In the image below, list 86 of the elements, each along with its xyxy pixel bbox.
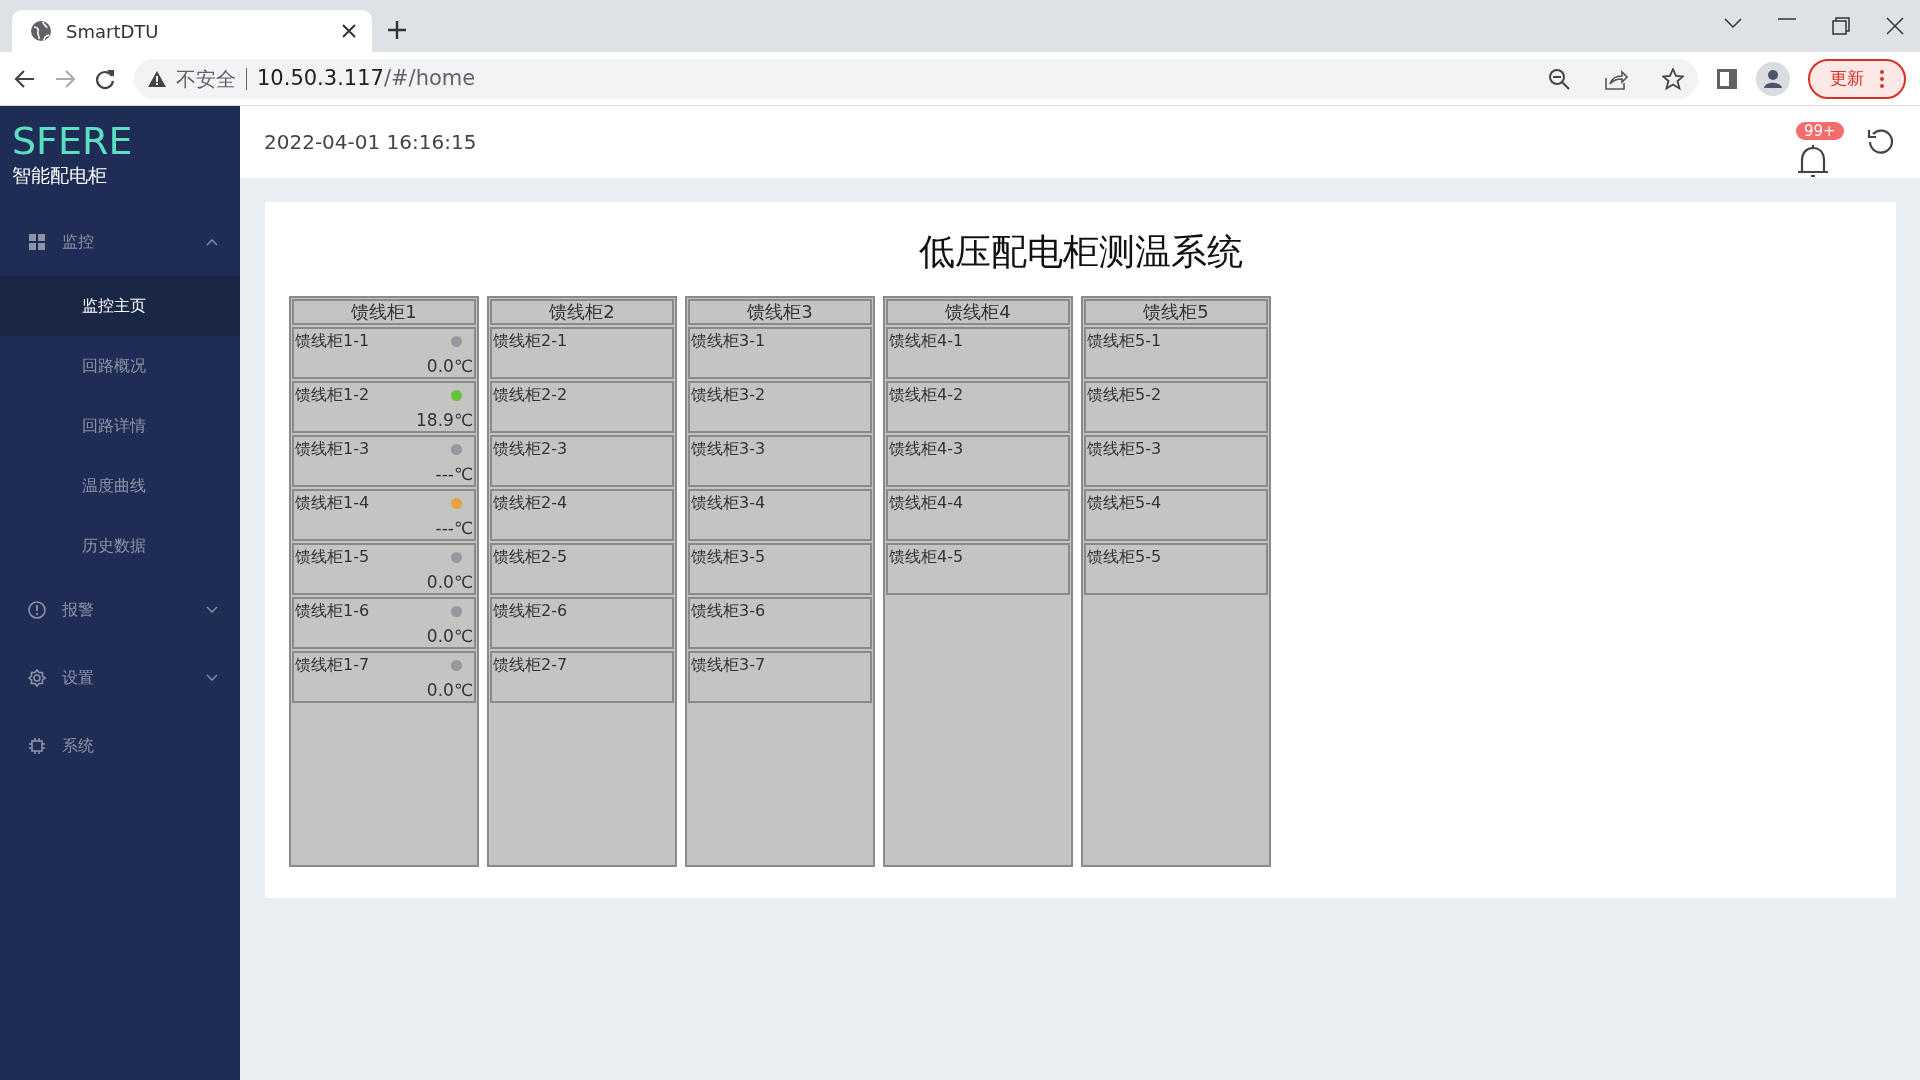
menu-item[interactable]: 回路详情 <box>0 395 240 456</box>
temperature-reading: 0.0℃ <box>426 626 473 646</box>
security-label: 不安全 <box>176 67 247 90</box>
close-icon[interactable] <box>340 22 358 40</box>
circuit-name: 馈线柜3-1 <box>691 331 766 351</box>
alert-icon <box>28 600 46 619</box>
new-tab-icon[interactable] <box>386 19 408 41</box>
app-subtitle: 智能配电柜 <box>11 163 107 188</box>
gear-icon <box>28 668 46 687</box>
refresh-icon[interactable] <box>1866 127 1896 157</box>
temperature-reading: 18.9℃ <box>416 410 473 430</box>
update-button[interactable]: 更新 <box>1808 58 1906 99</box>
reload-icon[interactable] <box>94 67 116 90</box>
circuit-name: 馈线柜3-5 <box>691 547 766 567</box>
restore-icon[interactable] <box>1832 17 1850 35</box>
bell-icon[interactable] <box>1796 143 1830 179</box>
temperature-reading: 0.0℃ <box>426 680 473 700</box>
circuit-name: 馈线柜2-4 <box>493 493 568 513</box>
circuit-name: 馈线柜1-6 <box>295 601 370 621</box>
circuit-name: 馈线柜4-3 <box>889 439 964 459</box>
circuit-name: 馈线柜4-1 <box>889 331 964 351</box>
circuit-name: 馈线柜1-4 <box>295 493 370 513</box>
circuit-name: 馈线柜3-2 <box>691 385 766 405</box>
cabinet-header: 馈线柜3 <box>688 299 872 325</box>
circuit-name: 馈线柜5-2 <box>1087 385 1162 405</box>
zoom-out-icon[interactable] <box>1548 67 1570 90</box>
circuit-name: 馈线柜1-3 <box>295 439 370 459</box>
circuit-name: 馈线柜3-4 <box>691 493 766 513</box>
circuit-name: 馈线柜5-3 <box>1087 439 1162 459</box>
browser-tab[interactable]: SmartDTU <box>12 10 372 52</box>
notification-badge: 99+ <box>1796 122 1844 140</box>
circuit-name: 馈线柜1-7 <box>295 655 370 675</box>
logo-text: SFERE <box>11 118 133 160</box>
menu-group[interactable]: 报警 <box>0 575 240 644</box>
circuit-name: 馈线柜5-5 <box>1087 547 1162 567</box>
temperature-reading: ---℃ <box>435 518 473 538</box>
circuit-name: 馈线柜2-2 <box>493 385 568 405</box>
page-title: 低压配电柜测温系统 <box>917 234 1244 270</box>
profile-icon[interactable] <box>1756 61 1790 96</box>
circuit-name: 馈线柜4-2 <box>889 385 964 405</box>
circuit-name: 馈线柜3-6 <box>691 601 766 621</box>
close-icon[interactable] <box>1886 17 1904 35</box>
warning-icon <box>148 70 166 87</box>
grid-icon <box>28 232 46 251</box>
cabinet-header: 馈线柜5 <box>1084 299 1268 325</box>
back-icon[interactable] <box>14 67 36 90</box>
cabinet-header: 馈线柜1 <box>292 299 476 325</box>
share-icon[interactable] <box>1604 67 1628 90</box>
circuit-name: 馈线柜3-3 <box>691 439 766 459</box>
menu-group[interactable]: 系统 <box>0 711 240 780</box>
circuit-name: 馈线柜3-7 <box>691 655 766 675</box>
cabinet-header: 馈线柜4 <box>886 299 1070 325</box>
circuit-name: 馈线柜2-6 <box>493 601 568 621</box>
circuit-name: 馈线柜1-1 <box>295 331 370 351</box>
circuit-name: 馈线柜2-3 <box>493 439 568 459</box>
temperature-reading: 0.0℃ <box>426 356 473 376</box>
address-bar[interactable]: 不安全 10.50.3.117/#/home <box>134 58 1698 99</box>
circuit-name: 馈线柜2-1 <box>493 331 568 351</box>
circuit-name: 馈线柜4-5 <box>889 547 964 567</box>
circuit-name: 馈线柜4-4 <box>889 493 964 513</box>
circuit-name: 馈线柜5-4 <box>1087 493 1162 513</box>
more-icon <box>1880 69 1884 88</box>
date-time: 2022-04-01 16:16:15 <box>264 129 477 156</box>
url-host: 10.50.3.117 <box>257 64 384 92</box>
minimize-icon[interactable] <box>1778 17 1796 21</box>
cabinet-header: 馈线柜2 <box>490 299 674 325</box>
globe-icon <box>30 20 52 42</box>
tab-title: SmartDTU <box>66 19 160 44</box>
menu-item[interactable]: 回路概况 <box>0 335 240 396</box>
circuit-name: 馈线柜2-7 <box>493 655 568 675</box>
circuit-name: 馈线柜2-5 <box>493 547 568 567</box>
chevron-down-icon[interactable] <box>1724 17 1742 29</box>
url-path: /#/home <box>383 64 476 92</box>
circuit-name: 馈线柜1-2 <box>295 385 370 405</box>
temperature-reading: 0.0℃ <box>426 572 473 592</box>
temperature-reading: ---℃ <box>435 464 473 484</box>
circuit-name: 馈线柜5-1 <box>1087 331 1162 351</box>
menu-group[interactable]: 设置 <box>0 643 240 712</box>
menu-item[interactable]: 温度曲线 <box>0 455 240 516</box>
circuit-name: 馈线柜1-5 <box>295 547 370 567</box>
chip-icon <box>28 736 46 755</box>
menu-item[interactable]: 监控主页 <box>0 275 240 336</box>
star-icon[interactable] <box>1662 67 1684 90</box>
menu-item[interactable]: 历史数据 <box>0 515 240 576</box>
sidebar-toggle-icon[interactable] <box>1716 67 1738 90</box>
menu-group[interactable]: 监控 <box>0 207 240 276</box>
